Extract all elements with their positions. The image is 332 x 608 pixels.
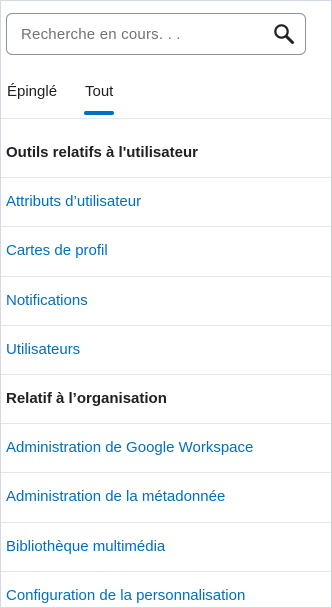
list-item-users[interactable]: Utilisateurs — [1, 326, 331, 375]
list-item-personalization-config[interactable]: Configuration de la personnalisation — [1, 572, 331, 607]
section-header-user-tools: Outils relatifs à l'utilisateur — [1, 129, 331, 179]
search-input[interactable] — [21, 14, 261, 54]
list-item-google-workspace-admin[interactable]: Administration de Google Workspace — [1, 424, 331, 474]
tools-panel: Épinglé Tout Outils relatifs à l'utilisa… — [0, 0, 332, 608]
list-item-user-attributes[interactable]: Attributs d’utilisateur — [1, 178, 331, 228]
tab-selected-indicator — [84, 111, 115, 115]
search-box — [6, 13, 306, 55]
search-icon[interactable] — [273, 23, 295, 45]
list-item-media-library[interactable]: Bibliothèque multimédia — [1, 523, 331, 572]
tab-pinned-label: Épinglé — [7, 83, 58, 100]
tab-all-label: Tout — [85, 83, 114, 100]
list-item-notifications[interactable]: Notifications — [1, 277, 331, 326]
list-item-metadata-admin[interactable]: Administration de la métadonnée — [1, 473, 331, 523]
list-item-profile-cards[interactable]: Cartes de profil — [1, 227, 331, 277]
tools-list: Outils relatifs à l'utilisateur Attribut… — [1, 129, 331, 607]
tab-bar: Épinglé Tout — [1, 73, 331, 119]
tab-all[interactable]: Tout — [84, 83, 115, 115]
tab-pinned[interactable]: Épinglé — [7, 83, 57, 100]
section-header-organization: Relatif à l’organisation — [1, 375, 331, 425]
